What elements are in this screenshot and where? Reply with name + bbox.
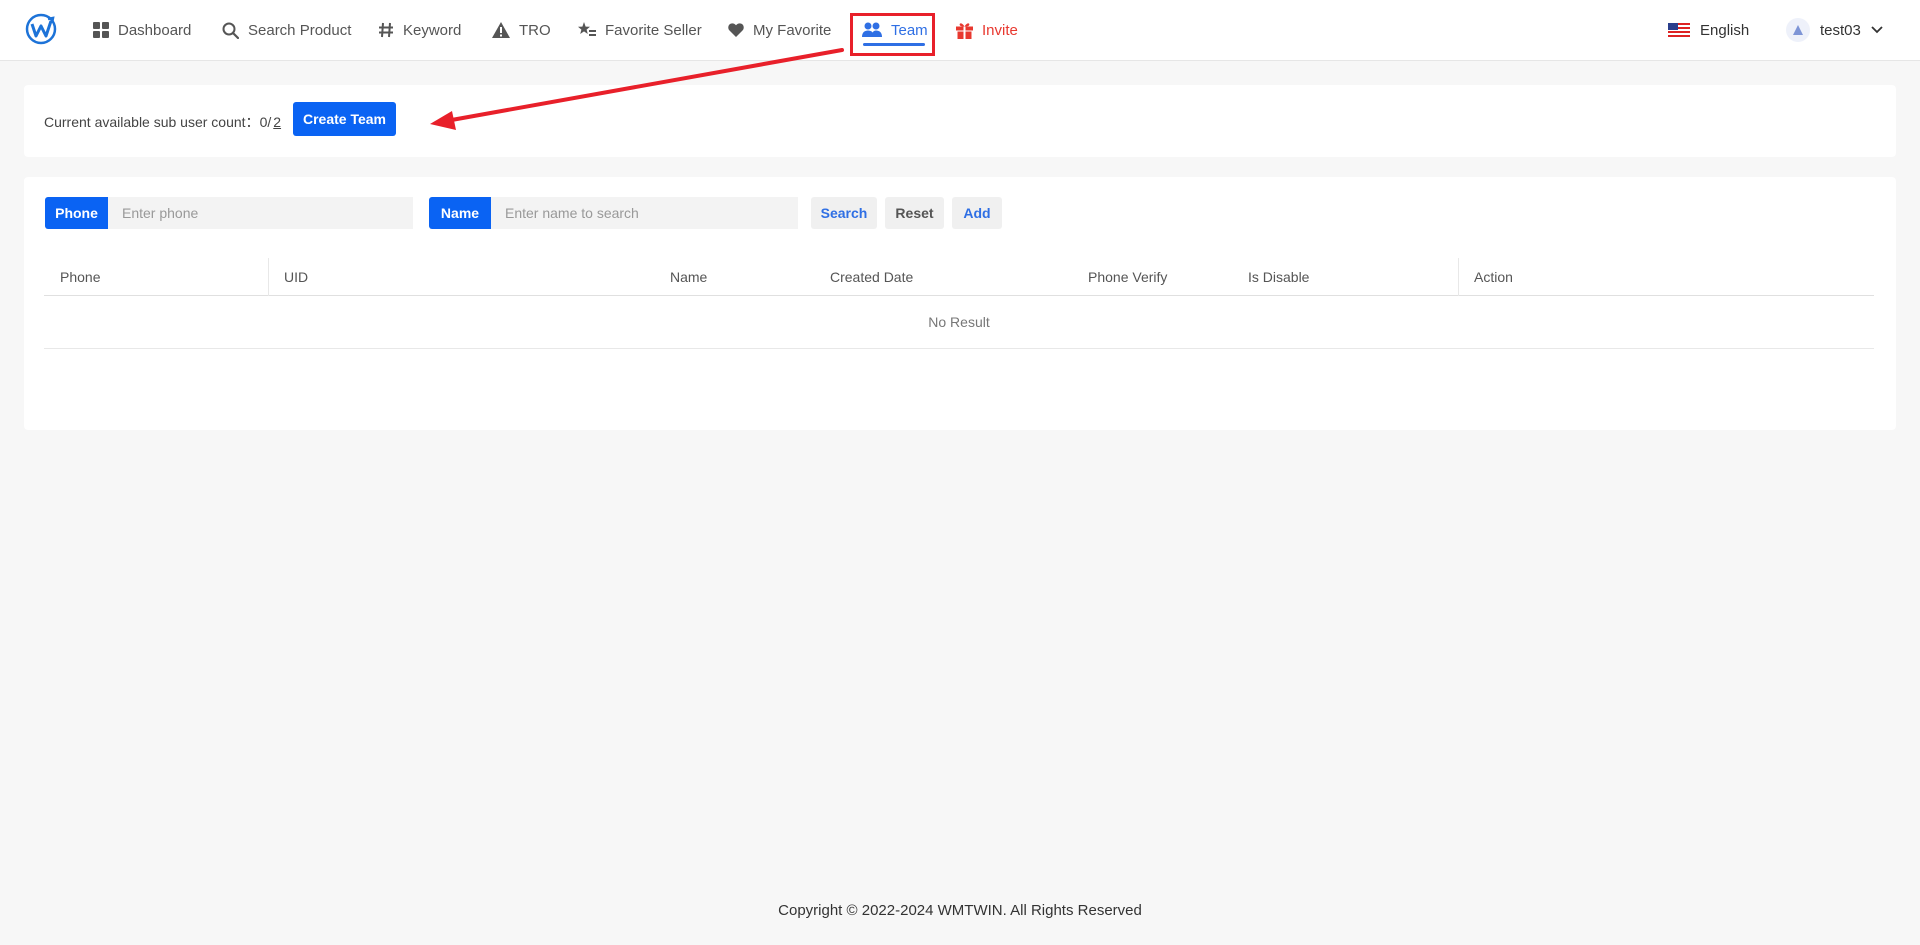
- name-filter-label: Name: [429, 197, 491, 229]
- user-menu[interactable]: test03: [1786, 0, 1883, 60]
- subuser-card: Current available sub user count： 0/ 2 C…: [24, 85, 1896, 157]
- nav-team[interactable]: Team: [862, 0, 928, 60]
- logo-icon[interactable]: [24, 12, 58, 46]
- column-header-action[interactable]: Action: [1474, 258, 1513, 296]
- create-team-button[interactable]: Create Team: [293, 102, 396, 136]
- nav-dashboard-label: Dashboard: [118, 21, 192, 39]
- nav-keyword-label: Keyword: [403, 21, 462, 39]
- phone-input[interactable]: [108, 197, 413, 229]
- empty-table-message: No Result: [44, 296, 1874, 349]
- nav-dashboard[interactable]: Dashboard: [93, 0, 191, 60]
- avatar: [1786, 18, 1810, 42]
- add-button[interactable]: Add: [952, 197, 1002, 229]
- subuser-count-label: Current available sub user count：: [44, 114, 260, 130]
- name-filter: Name: [429, 197, 798, 229]
- active-tab-indicator: [863, 43, 925, 46]
- language-selector[interactable]: English: [1668, 0, 1749, 60]
- nav-invite-label: Invite: [982, 21, 1018, 39]
- gift-icon: [956, 22, 973, 39]
- nav-favorite-seller-label: Favorite Seller: [605, 21, 702, 39]
- language-label: English: [1700, 21, 1750, 39]
- search-icon: [222, 22, 239, 39]
- table-header: Phone UID Name Created Date Phone Verify…: [44, 258, 1874, 296]
- chevron-down-icon: [1871, 26, 1883, 34]
- column-divider: [268, 258, 269, 296]
- nav-search-product[interactable]: Search Product: [222, 0, 351, 60]
- phone-filter-label: Phone: [45, 197, 108, 229]
- search-button[interactable]: Search: [811, 197, 877, 229]
- star-list-icon: [578, 22, 596, 36]
- user-avatar-icon: [1793, 25, 1803, 35]
- us-flag-icon: [1668, 23, 1690, 37]
- nav-my-favorite-label: My Favorite: [753, 21, 832, 39]
- column-header-created-date[interactable]: Created Date: [830, 258, 913, 296]
- hash-icon: [379, 22, 393, 38]
- users-icon: [862, 22, 882, 37]
- subuser-count: Current available sub user count： 0/ 2: [44, 112, 281, 132]
- column-divider: [1458, 258, 1459, 296]
- subuser-count-total: 2: [273, 114, 282, 130]
- team-members-card: Phone Name Search Reset Add Phone UID Na…: [24, 177, 1896, 430]
- nav-favorite-seller[interactable]: Favorite Seller: [578, 0, 702, 60]
- name-input[interactable]: [491, 197, 798, 229]
- column-header-is-disable[interactable]: Is Disable: [1248, 258, 1309, 296]
- nav-tro[interactable]: TRO: [492, 0, 551, 60]
- column-header-name[interactable]: Name: [670, 258, 707, 296]
- column-header-phone-verify[interactable]: Phone Verify: [1088, 258, 1167, 296]
- nav-search-product-label: Search Product: [248, 21, 352, 39]
- footer-copyright: Copyright © 2022-2024 WMTWIN. All Rights…: [778, 902, 1142, 919]
- warning-icon: [492, 22, 510, 38]
- top-navigation-bar: Dashboard Search Product Keyword TRO Fav…: [0, 0, 1920, 61]
- nav-tro-label: TRO: [519, 21, 551, 39]
- nav-team-label: Team: [891, 21, 928, 39]
- reset-button[interactable]: Reset: [885, 197, 944, 229]
- nav-my-favorite[interactable]: My Favorite: [728, 0, 831, 60]
- username: test03: [1820, 21, 1861, 39]
- members-table: Phone UID Name Created Date Phone Verify…: [44, 258, 1874, 349]
- column-header-uid[interactable]: UID: [284, 258, 308, 296]
- subuser-count-used: 0/: [259, 114, 272, 130]
- phone-filter: Phone: [45, 197, 413, 229]
- nav-invite[interactable]: Invite: [956, 0, 1018, 60]
- heart-icon: [728, 23, 744, 37]
- column-header-phone[interactable]: Phone: [60, 258, 100, 296]
- grid-icon: [93, 22, 109, 38]
- nav-keyword[interactable]: Keyword: [378, 0, 461, 60]
